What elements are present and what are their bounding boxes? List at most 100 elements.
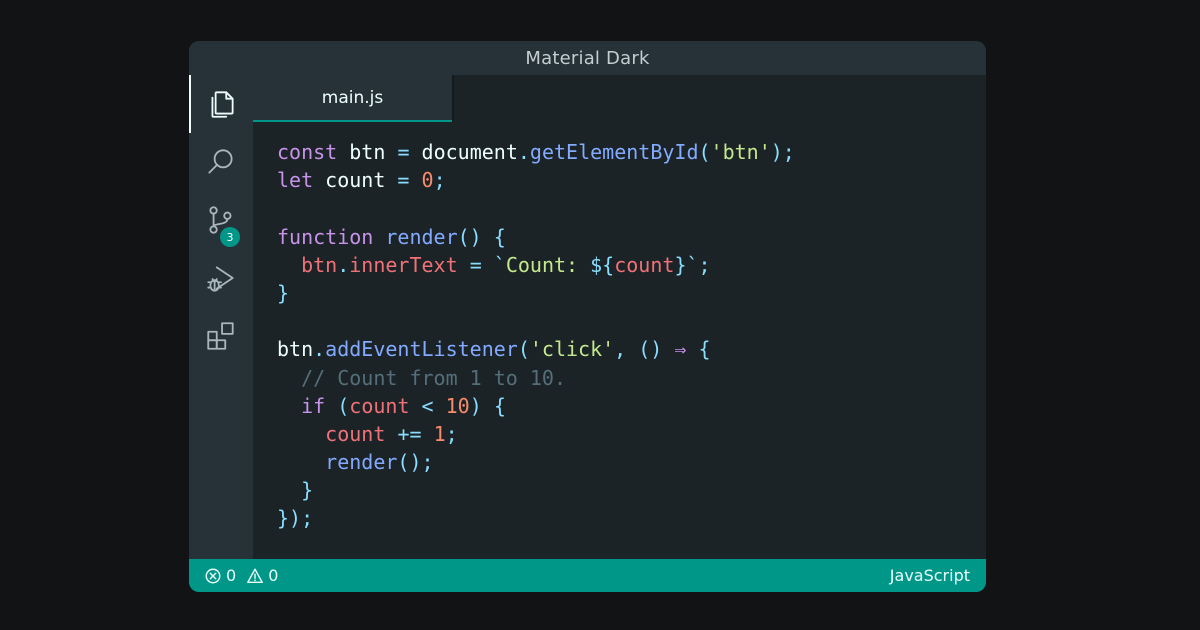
code-token: btn: [277, 337, 314, 362]
code-token: ;: [445, 421, 458, 446]
code-token: innerText: [349, 252, 458, 277]
code-token: .: [517, 140, 530, 164]
code-token: =: [397, 140, 410, 164]
code-line: btn.addEventListener('click', () ⇒ {: [277, 335, 795, 363]
code-line: // Count from 1 to 10.: [277, 364, 795, 392]
window-title: Material Dark: [189, 41, 986, 75]
code-token: () {: [457, 224, 506, 249]
code-line: function render() {: [277, 223, 795, 251]
code-token: addEventListener: [325, 337, 518, 362]
code-token: ${: [590, 252, 615, 277]
search-icon: [208, 149, 233, 174]
code-token: ;: [433, 168, 446, 193]
code-line: render();: [277, 448, 795, 476]
source-control-badge: 3: [220, 227, 240, 247]
code-token: render: [325, 450, 398, 475]
code-token: 'btn': [710, 140, 771, 164]
code-token: count: [325, 421, 386, 446]
code-token: (: [337, 393, 350, 418]
code-token: let: [277, 168, 314, 193]
problems-indicator[interactable]: 0 0: [204, 566, 278, 585]
code-token: {: [686, 337, 711, 362]
code-editor[interactable]: const btn = document.getElementById('btn…: [277, 138, 795, 533]
code-token: count: [349, 393, 410, 418]
code-line: btn.innerText = `Count: ${count}`;: [277, 251, 795, 279]
code-token: , (): [614, 337, 675, 362]
status-bar: 0 0 JavaScript: [189, 559, 986, 592]
error-count: 0: [226, 566, 237, 585]
activity-extensions[interactable]: [189, 307, 253, 365]
code-line: }: [277, 476, 795, 504]
code-token: btn: [337, 140, 398, 164]
code-token: ();: [397, 450, 434, 475]
code-line: count += 1;: [277, 420, 795, 448]
code-token: .: [337, 252, 350, 277]
code-token: 'click': [529, 337, 615, 362]
tab-bar: main.js: [253, 75, 986, 122]
code-token: }`;: [674, 252, 711, 277]
code-line: }: [277, 279, 795, 307]
code-token: }: [277, 280, 290, 305]
code-token: 10: [445, 393, 470, 418]
code-token: }: [301, 478, 314, 503]
code-token: 0: [421, 168, 434, 193]
language-mode[interactable]: JavaScript: [890, 566, 970, 585]
code-token: +=: [397, 421, 422, 446]
warning-icon: [247, 568, 264, 583]
tab-main-js[interactable]: main.js: [253, 75, 452, 122]
code-token: .: [313, 337, 326, 362]
tab-bar-empty: [454, 75, 986, 122]
extensions-icon: [207, 322, 234, 350]
editor-window: Material Dark 3 main.js const btn = docu…: [189, 41, 986, 592]
code-token: (: [698, 140, 711, 164]
code-token: document: [409, 140, 518, 164]
code-token: getElementById: [529, 140, 699, 164]
code-token: count: [313, 168, 398, 193]
code-token: if: [301, 393, 326, 418]
files-icon: [211, 91, 234, 118]
code-token: (: [517, 337, 530, 362]
code-token: function: [277, 224, 374, 249]
code-token: =: [469, 252, 482, 277]
activity-search[interactable]: [189, 133, 253, 191]
activity-explorer[interactable]: [189, 75, 253, 133]
code-token: ⇒: [674, 337, 687, 362]
editor-pane: main.js const btn = document.getElementB…: [253, 75, 986, 559]
code-token: // Count from 1 to 10.: [301, 365, 566, 390]
code-line: const btn = document.getElementById('btn…: [277, 138, 795, 166]
code-token: =: [397, 168, 410, 193]
code-token: );: [770, 140, 795, 164]
code-token: `: [493, 252, 506, 277]
code-line: });: [277, 504, 795, 532]
code-token: 1: [433, 421, 446, 446]
run-debug-icon: [207, 266, 234, 292]
activity-run-debug[interactable]: [189, 249, 253, 307]
code-token: ) {: [469, 393, 506, 418]
activity-source-control[interactable]: 3: [189, 191, 253, 249]
code-token: const: [277, 140, 338, 164]
code-line: if (count < 10) {: [277, 392, 795, 420]
error-icon: [205, 568, 221, 583]
code-token: count: [614, 252, 675, 277]
code-token: <: [421, 393, 434, 418]
activity-bar: 3: [189, 75, 253, 559]
code-token: render: [385, 224, 458, 249]
code-token: Count:: [505, 252, 591, 277]
